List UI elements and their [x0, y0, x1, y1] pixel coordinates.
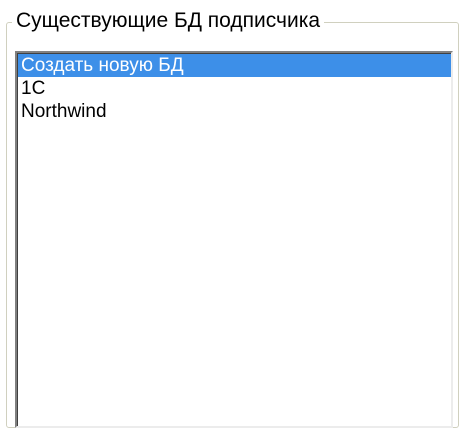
- subscriber-databases-panel: Существующие БД подписчика Создать новую…: [0, 0, 465, 436]
- list-item-1c[interactable]: 1C: [18, 77, 451, 100]
- groupbox-title: Существующие БД подписчика: [12, 8, 325, 34]
- list-item-create-new-db[interactable]: Создать новую БД: [18, 54, 451, 77]
- list-item-northwind[interactable]: Northwind: [18, 100, 451, 123]
- existing-databases-listbox[interactable]: Создать новую БД 1C Northwind: [15, 51, 453, 428]
- listbox-content: Создать новую БД 1C Northwind: [17, 53, 451, 426]
